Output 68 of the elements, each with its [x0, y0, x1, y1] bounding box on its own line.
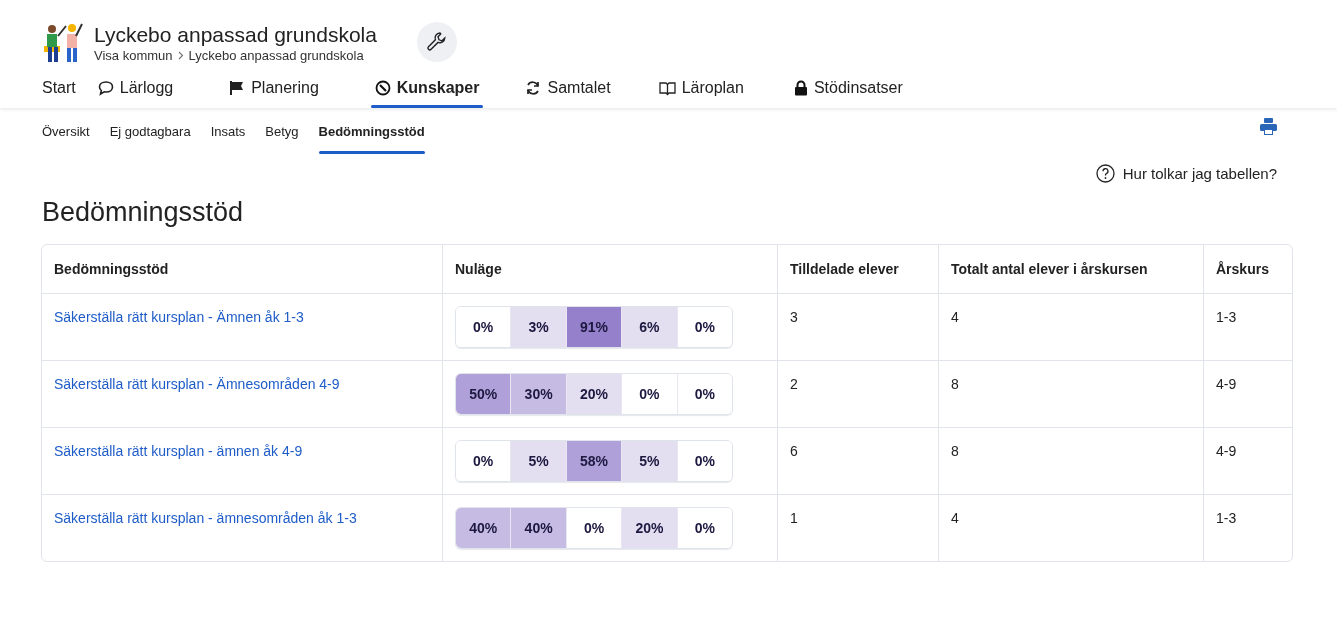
- book-icon: [658, 80, 676, 96]
- nav-tab[interactable]: Planering: [229, 68, 319, 108]
- percentage-segment: 3%: [510, 307, 566, 347]
- percentage-segment: 40%: [510, 508, 566, 548]
- assessment-link[interactable]: Säkerställa rätt kursplan - Ämnen åk 1-3: [54, 309, 304, 325]
- settings-button[interactable]: [416, 22, 457, 62]
- chevron-right-icon: [177, 50, 184, 60]
- table-cell: 1: [777, 494, 938, 561]
- nav-tab[interactable]: Läroplan: [658, 68, 744, 108]
- assessment-link[interactable]: Säkerställa rätt kursplan - Ämnesområden 4-9: [54, 376, 340, 392]
- nav-tab[interactable]: Start: [42, 68, 76, 108]
- sub-tab[interactable]: Översikt: [42, 108, 90, 154]
- table-cell: 8: [938, 360, 1203, 427]
- percentage-segment: 0%: [565, 508, 622, 548]
- column-header: Årskurs: [1203, 245, 1292, 293]
- percentage-segment: 0%: [621, 374, 677, 414]
- lock-icon: [793, 80, 808, 96]
- table-cell: 8: [938, 427, 1203, 494]
- help-link[interactable]: Hur tolkar jag tabellen?: [1122, 165, 1277, 182]
- nav-tab[interactable]: Stödinsatser: [793, 68, 903, 108]
- flag-icon: [229, 80, 246, 96]
- column-header: Tilldelade elever: [777, 245, 938, 293]
- page-heading: Bedömningsstöd: [42, 197, 245, 228]
- percentage-segment: 0%: [676, 307, 732, 347]
- table-cell: 4: [938, 494, 1203, 561]
- nav-tab[interactable]: Kunskaper: [374, 68, 480, 108]
- wrench-icon: [425, 31, 448, 53]
- percentage-segment: 0%: [456, 307, 511, 347]
- percentage-segment: 5%: [510, 441, 566, 481]
- refresh-icon: [525, 80, 542, 96]
- table-cell: 2: [777, 360, 938, 427]
- percentage-segment: 5%: [621, 441, 677, 481]
- percentage-segment: 91%: [565, 307, 622, 347]
- sub-tab[interactable]: Betyg: [265, 108, 299, 154]
- column-header: Bedömningsstöd: [53, 260, 170, 279]
- percentage-segment: 0%: [456, 441, 511, 481]
- breadcrumb-current: Lyckebo anpassad grundskola: [188, 47, 364, 63]
- percentage-segment: 0%: [676, 508, 732, 548]
- table-cell: 4-9: [1203, 360, 1292, 427]
- printer-icon[interactable]: [1260, 118, 1277, 135]
- table-cell: 1-3: [1203, 293, 1292, 360]
- assessment-link[interactable]: Säkerställa rätt kursplan - ämnesområden åk 1-3: [54, 510, 357, 526]
- percentage-segment: 20%: [565, 374, 622, 414]
- percentage-segment: 30%: [510, 374, 566, 414]
- table-cell: 4-9: [1203, 427, 1292, 494]
- table-cell: 6: [777, 427, 938, 494]
- percentage-segment: 58%: [565, 441, 622, 481]
- sub-tab[interactable]: Ej godtagbara: [109, 108, 191, 154]
- percentage-segment: 40%: [456, 508, 511, 548]
- percentage-segment: 50%: [456, 374, 511, 414]
- table-cell: 3: [777, 293, 938, 360]
- assessment-link[interactable]: Säkerställa rätt kursplan - ämnen åk 4-9: [54, 443, 303, 459]
- sub-tab[interactable]: Insats: [210, 108, 246, 154]
- table-cell: 1-3: [1203, 494, 1292, 561]
- breadcrumb-link[interactable]: Visa kommun: [94, 47, 173, 63]
- column-header: Nuläge: [442, 245, 777, 293]
- sub-tab[interactable]: Bedömningsstöd: [318, 108, 425, 154]
- nav-tab[interactable]: Lärlogg: [97, 68, 174, 108]
- percentage-segment: 6%: [621, 307, 677, 347]
- percentage-segment: 20%: [621, 508, 677, 548]
- help-icon: [1095, 164, 1115, 183]
- nav-tab[interactable]: Samtalet: [525, 68, 611, 108]
- column-header: Totalt antal elever i årskursen: [938, 245, 1203, 293]
- table-cell: 4: [938, 293, 1203, 360]
- speech-bubble-icon: [97, 80, 114, 96]
- school-title: Lyckebo anpassad grundskola: [94, 21, 377, 48]
- percentage-segment: 0%: [676, 374, 732, 414]
- percentage-segment: 0%: [676, 441, 732, 481]
